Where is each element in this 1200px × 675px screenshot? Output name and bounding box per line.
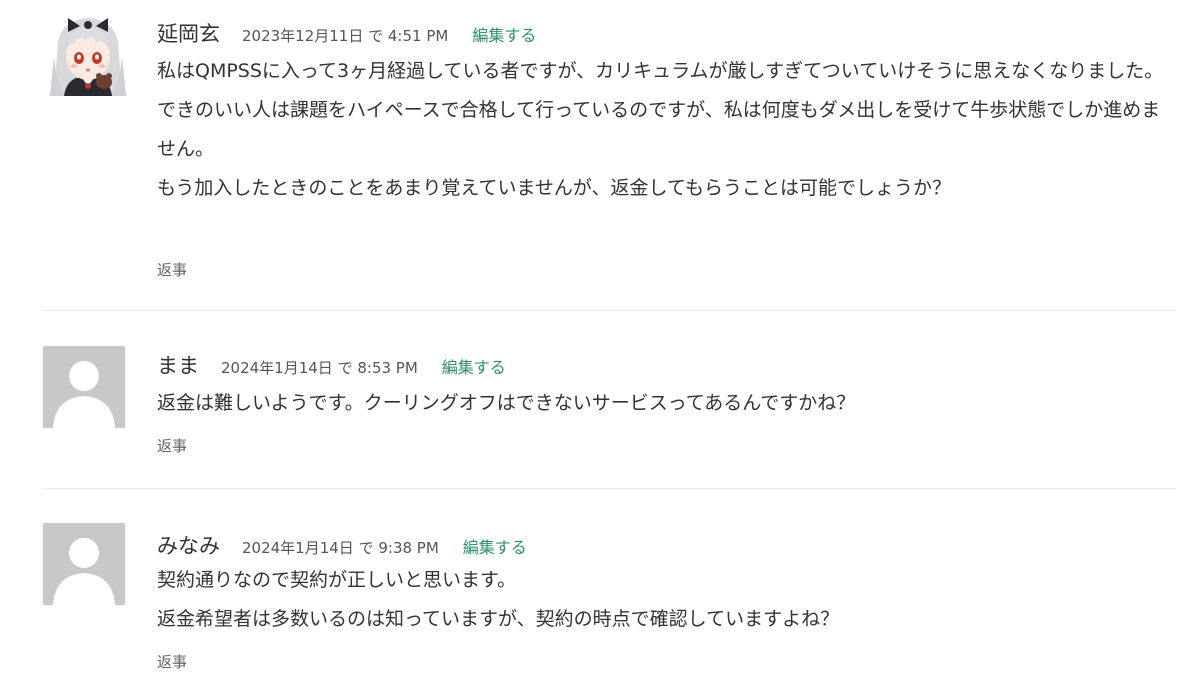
avatar — [43, 346, 125, 428]
edit-comment-link[interactable]: 編集する — [472, 22, 536, 46]
comment-date[interactable]: 2023年12月11日 で 4:51 PM — [242, 25, 448, 46]
comment-meta: みなみ 2024年1月14日 で 9:38 PM 編集する — [157, 530, 527, 560]
edit-comment-link[interactable]: 編集する — [463, 534, 527, 558]
comment-text: もう加入したときのことをあまり覚えていませんが、返金してもらうことは可能でしょう… — [157, 177, 952, 199]
comment-text: 返金希望者は多数いるのは知っていますが、契約の時点で確認していますよね？ — [157, 608, 840, 630]
comment: まま 2024年1月14日 で 8:53 PM 編集する 返金は難しいようです。… — [0, 311, 1200, 489]
avatar — [48, 12, 128, 96]
comment-author: まま — [157, 354, 199, 378]
default-user-avatar-icon — [43, 346, 125, 428]
comment-body: 返金は難しいようです。クーリングオフはできないサービスってあるんですかね？ — [157, 384, 1177, 423]
comment-text: 私はQMPSSに入って3ヶ月経過している者ですが、カリキュラムが厳しすぎてついて… — [157, 60, 1164, 82]
avatar — [43, 523, 125, 605]
edit-comment-link[interactable]: 編集する — [442, 354, 506, 378]
comment-list: 延岡玄 2023年12月11日 で 4:51 PM 編集する 私はQMPSSに入… — [0, 0, 1200, 675]
comment-text: 返金は難しいようです。クーリングオフはできないサービスってあるんですかね？ — [157, 392, 856, 414]
comment-author: 延岡玄 — [157, 22, 220, 46]
comment-author: みなみ — [157, 534, 220, 558]
comment-text: 契約通りなので契約が正しいと思います。 — [157, 569, 517, 591]
reply-link[interactable]: 返事 — [157, 651, 187, 672]
default-user-avatar-icon — [43, 523, 125, 605]
comment-meta: まま 2024年1月14日 で 8:53 PM 編集する — [157, 350, 506, 380]
comment-date[interactable]: 2024年1月14日 で 9:38 PM — [242, 537, 439, 558]
reply-link[interactable]: 返事 — [157, 435, 187, 456]
comment: みなみ 2024年1月14日 で 9:38 PM 編集する 契約通りなので契約が… — [0, 489, 1200, 675]
comment-text: できのいい人は課題をハイペースで合格して行っているのですが、私は何度もダメ出しを… — [157, 99, 1161, 160]
reply-link[interactable]: 返事 — [157, 259, 187, 280]
comment: 延岡玄 2023年12月11日 で 4:51 PM 編集する 私はQMPSSに入… — [0, 0, 1200, 310]
comment-body: 私はQMPSSに入って3ヶ月経過している者ですが、カリキュラムが厳しすぎてついて… — [157, 52, 1177, 208]
comment-date[interactable]: 2024年1月14日 で 8:53 PM — [221, 357, 418, 378]
comment-meta: 延岡玄 2023年12月11日 で 4:51 PM 編集する — [157, 18, 536, 48]
comment-body: 契約通りなので契約が正しいと思います。 返金希望者は多数いるのは知っていますが、… — [157, 561, 1177, 639]
anime-girl-avatar-icon — [48, 12, 128, 96]
